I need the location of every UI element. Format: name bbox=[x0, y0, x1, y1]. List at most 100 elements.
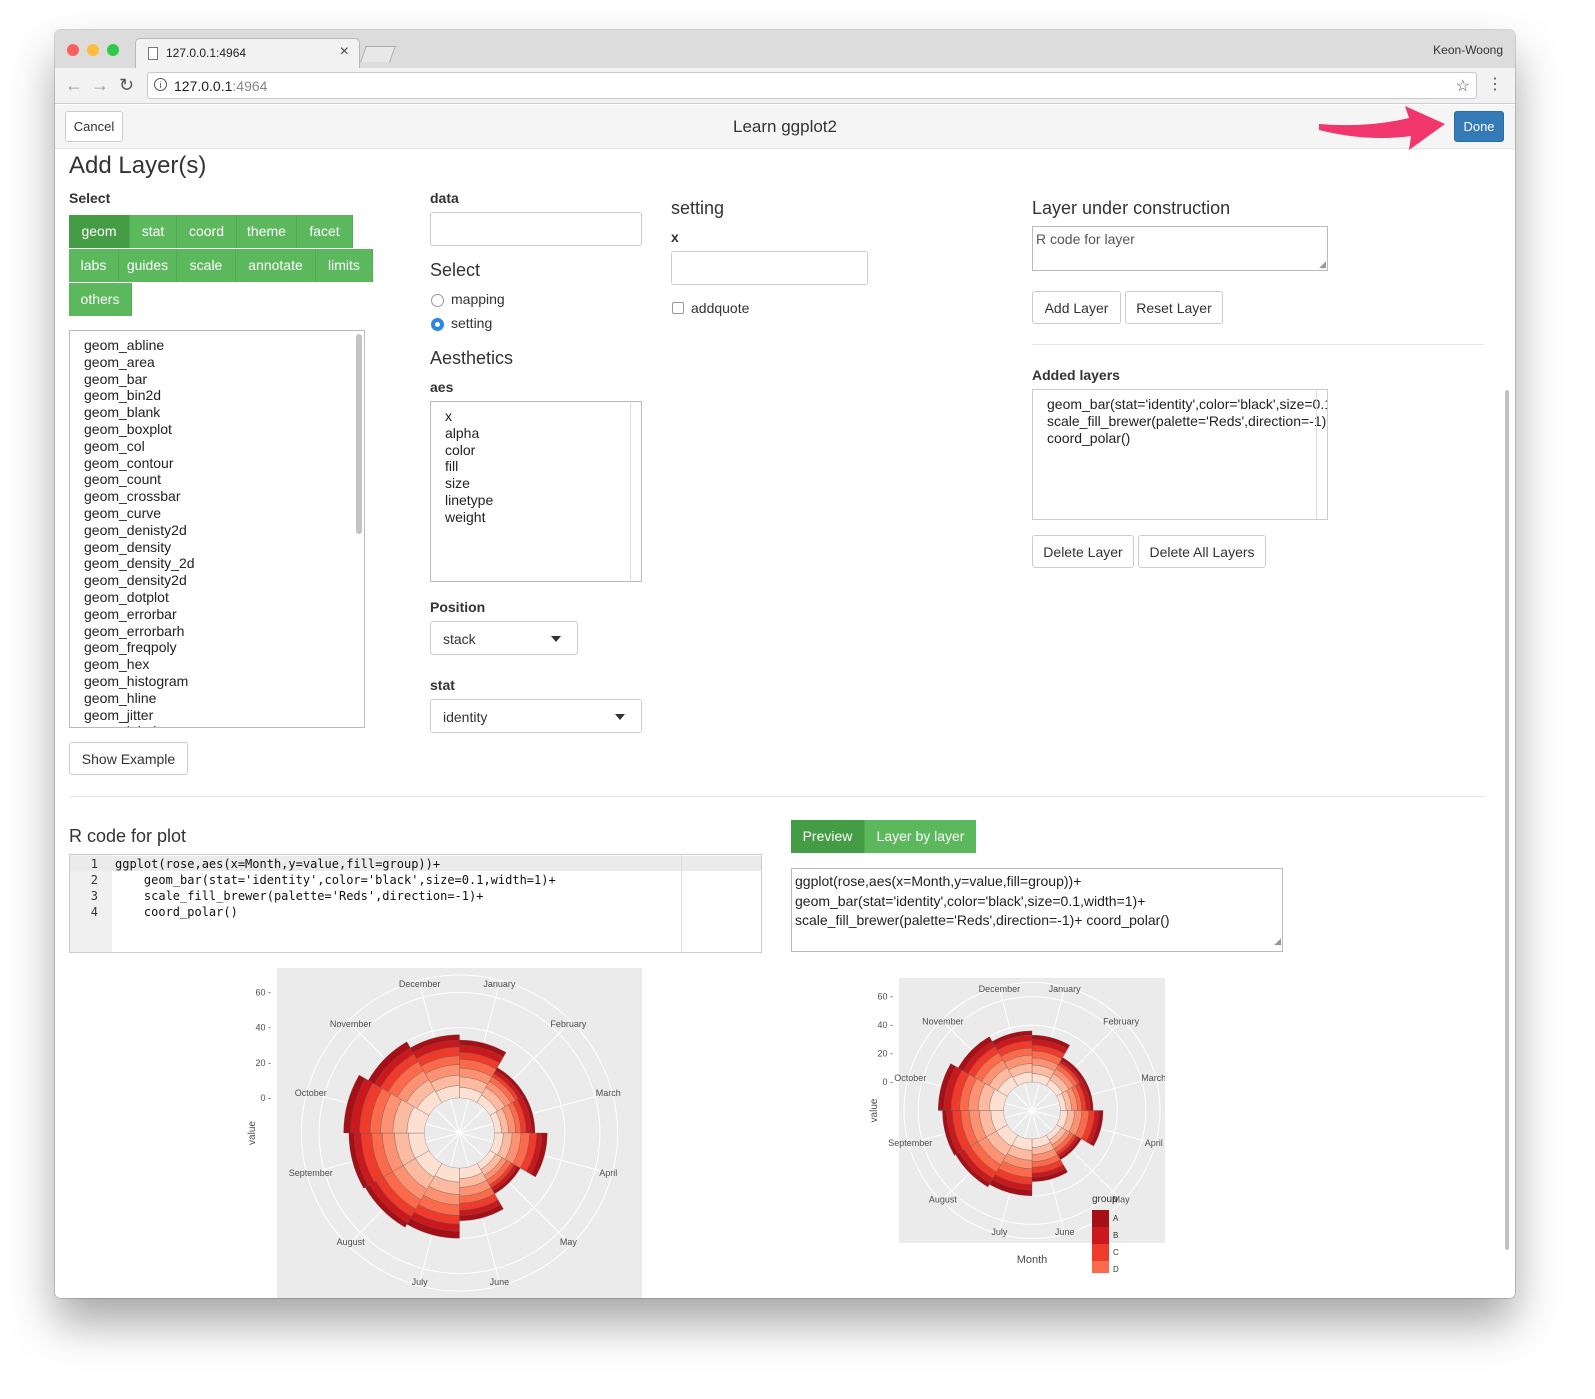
geom-list-item[interactable]: geom_contour bbox=[84, 455, 195, 472]
geom-list-item[interactable]: geom_jitter bbox=[84, 707, 195, 724]
category-button-theme[interactable]: theme bbox=[237, 215, 297, 248]
legend-label: C bbox=[1113, 1248, 1119, 1257]
zoom-window-button[interactable] bbox=[107, 44, 119, 56]
category-button-scale[interactable]: scale bbox=[177, 249, 236, 282]
reload-icon[interactable]: ↻ bbox=[119, 75, 134, 96]
geom-list-item[interactable]: geom_hline bbox=[84, 690, 195, 707]
done-button[interactable]: Done bbox=[1454, 111, 1504, 142]
tab-layer-by-layer[interactable]: Layer by layer bbox=[865, 820, 976, 853]
position-select[interactable]: stack bbox=[430, 621, 578, 655]
aes-list-item[interactable]: x bbox=[445, 408, 493, 425]
browser-menu-icon[interactable]: ⋮ bbox=[1487, 74, 1503, 94]
mapping-radio[interactable] bbox=[431, 294, 444, 307]
info-icon[interactable]: i bbox=[154, 78, 167, 91]
category-button-geom[interactable]: geom bbox=[69, 215, 130, 248]
preview-code-textarea[interactable]: ggplot(rose,aes(x=Month,y=value,fill=gro… bbox=[791, 868, 1283, 952]
reset-layer-button[interactable]: Reset Layer bbox=[1125, 291, 1223, 324]
category-button-stat[interactable]: stat bbox=[130, 215, 177, 248]
mapping-radio-label: mapping bbox=[451, 291, 505, 307]
browser-tab[interactable]: 127.0.0.1:4964 × bbox=[135, 38, 360, 68]
category-button-labs[interactable]: labs bbox=[69, 249, 119, 282]
geom-list-item[interactable]: geom_bin2d bbox=[84, 387, 195, 404]
geom-list-item[interactable]: geom_hex bbox=[84, 656, 195, 673]
stat-select[interactable]: identity bbox=[430, 699, 642, 733]
geom-list-item[interactable]: geom_histogram bbox=[84, 673, 195, 690]
x-input[interactable] bbox=[671, 251, 868, 285]
geom-list-item[interactable]: geom_denisty2d bbox=[84, 522, 195, 539]
chevron-down-icon bbox=[615, 714, 625, 720]
added-layer-item[interactable]: scale_fill_brewer(palette='Reds',directi… bbox=[1047, 413, 1327, 430]
profile-name[interactable]: Keon-Woong bbox=[1433, 43, 1503, 57]
geom-list-item[interactable]: geom_density bbox=[84, 539, 195, 556]
geom-listbox[interactable]: geom_abline geom_area geom_bar geom_bin2d ge… bbox=[69, 330, 365, 728]
add-layer-button[interactable]: Add Layer bbox=[1032, 291, 1121, 324]
setting-radio[interactable] bbox=[431, 318, 444, 331]
aes-list-item[interactable]: size bbox=[445, 475, 493, 492]
bookmark-star-icon[interactable]: ☆ bbox=[1456, 76, 1470, 96]
geom-list-item[interactable]: geom_count bbox=[84, 471, 195, 488]
aes-list-item[interactable]: weight bbox=[445, 509, 493, 526]
month-label: June bbox=[490, 1277, 510, 1287]
back-arrow-icon[interactable]: ← bbox=[65, 75, 83, 96]
y-tick-label: 0 - bbox=[260, 1093, 271, 1103]
geom-list-item[interactable]: geom_crossbar bbox=[84, 488, 195, 505]
geom-list-item[interactable]: geom_curve bbox=[84, 505, 195, 522]
geom-list-item[interactable]: geom_boxplot bbox=[84, 421, 195, 438]
delete-layer-button[interactable]: Delete Layer bbox=[1032, 535, 1134, 568]
geom-list-item[interactable]: geom_area bbox=[84, 354, 195, 371]
show-example-button[interactable]: Show Example bbox=[69, 742, 188, 775]
month-label: July bbox=[991, 1227, 1008, 1237]
r-code-editor[interactable]: 1 ggplot(rose,aes(x=Month,y=value,fill=gr… bbox=[69, 854, 762, 953]
month-label: May bbox=[560, 1237, 578, 1247]
month-label: April bbox=[599, 1168, 617, 1178]
new-tab-button[interactable] bbox=[360, 46, 396, 62]
geom-list-item[interactable]: geom_freqpoly bbox=[84, 639, 195, 656]
geom-list-item[interactable]: geom_abline bbox=[84, 337, 195, 354]
category-button-guides[interactable]: guides bbox=[119, 249, 177, 282]
y-tick-label: 20 - bbox=[255, 1058, 271, 1068]
geom-list-item[interactable]: geom_errorbarh bbox=[84, 623, 195, 640]
category-button-limits[interactable]: limits bbox=[316, 249, 373, 282]
geom-list-item[interactable]: geom_density_2d bbox=[84, 555, 195, 572]
minimize-window-button[interactable] bbox=[87, 44, 99, 56]
setting-title: setting bbox=[671, 198, 725, 218]
aes-list-item[interactable]: alpha bbox=[445, 425, 493, 442]
geom-list-item[interactable]: geom_blank bbox=[84, 404, 195, 421]
geom-list-item[interactable]: geom_label bbox=[84, 723, 195, 727]
category-button-coord[interactable]: coord bbox=[177, 215, 237, 248]
forward-arrow-icon[interactable]: → bbox=[91, 75, 109, 96]
geom-list-item[interactable]: geom_density2d bbox=[84, 572, 195, 589]
geom-list-item[interactable]: geom_dotplot bbox=[84, 589, 195, 606]
tab-preview[interactable]: Preview bbox=[791, 820, 865, 853]
addquote-checkbox[interactable] bbox=[672, 302, 684, 314]
legend-swatch-D bbox=[1092, 1261, 1109, 1273]
browser-window: 127.0.0.1:4964 × Keon-Woong ← → ↻ i 127.… bbox=[55, 30, 1515, 1298]
month-label: June bbox=[1055, 1227, 1075, 1237]
page-scrollbar[interactable] bbox=[1505, 390, 1509, 1250]
aes-list-item[interactable]: color bbox=[445, 442, 493, 459]
close-tab-icon[interactable]: × bbox=[340, 43, 349, 61]
address-bar[interactable]: i 127.0.0.1:4964 ☆ bbox=[147, 72, 1477, 99]
data-input[interactable] bbox=[430, 212, 642, 246]
preview-code-line: geom_bar(stat='identity',color='black',s… bbox=[795, 892, 1146, 909]
preview-code-line: ggplot(rose,aes(x=Month,y=value,fill=gro… bbox=[795, 873, 1082, 889]
resize-handle-icon[interactable]: ◢ bbox=[1274, 932, 1281, 952]
geom-list-item[interactable]: geom_bar bbox=[84, 371, 195, 388]
added-layer-item[interactable]: coord_polar() bbox=[1047, 430, 1327, 447]
added-layer-item[interactable]: geom_bar(stat='identity',color='black',s… bbox=[1047, 396, 1327, 413]
page-title: Add Layer(s) bbox=[69, 152, 207, 179]
layer-code-textarea[interactable]: R code for layer ◢ bbox=[1032, 226, 1328, 271]
aes-list-item[interactable]: linetype bbox=[445, 492, 493, 509]
category-button-others[interactable]: others bbox=[69, 283, 132, 316]
added-layers-listbox[interactable]: geom_bar(stat='identity',color='black',s… bbox=[1032, 389, 1328, 520]
category-button-facet[interactable]: facet bbox=[297, 215, 353, 248]
aes-list-item[interactable]: fill bbox=[445, 458, 493, 475]
category-button-annotate[interactable]: annotate bbox=[236, 249, 316, 282]
geom-list-item[interactable]: geom_col bbox=[84, 438, 195, 455]
close-window-button[interactable] bbox=[67, 44, 79, 56]
geom-list-scrollbar[interactable] bbox=[356, 334, 362, 534]
aes-listbox[interactable]: x alpha color fill size linetype weight bbox=[430, 401, 642, 582]
resize-handle-icon[interactable]: ◢ bbox=[1319, 259, 1326, 270]
geom-list-item[interactable]: geom_errorbar bbox=[84, 606, 195, 623]
delete-all-layers-button[interactable]: Delete All Layers bbox=[1138, 535, 1266, 568]
